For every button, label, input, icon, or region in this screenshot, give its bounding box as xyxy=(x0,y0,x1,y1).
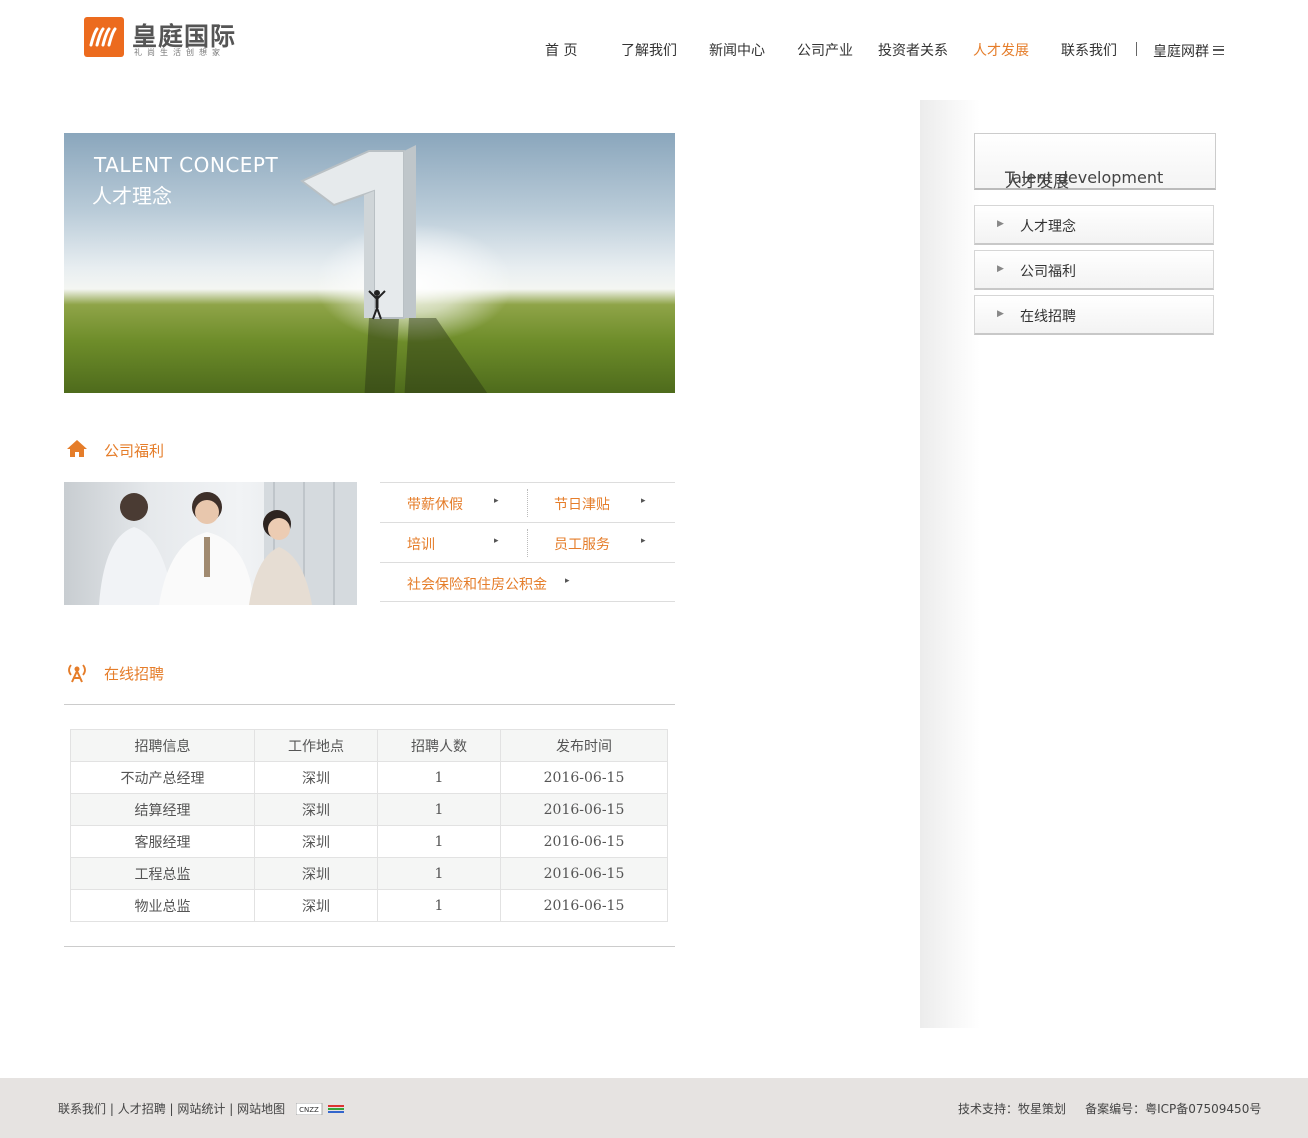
job-location: 深圳 xyxy=(254,889,378,922)
sidebar-item-label: 公司福利 xyxy=(1020,264,1076,280)
nav-item-home[interactable]: 首 页 xyxy=(545,40,577,60)
table-header-row: 招聘信息 工作地点 招聘人数 发布时间 xyxy=(70,729,668,762)
footer-links: 联系我们 | 人才招聘 | 网站统计 | 网站地图 xyxy=(58,1102,286,1116)
nav-item-industry[interactable]: 公司产业 xyxy=(797,40,853,60)
job-count: 1 xyxy=(377,889,501,922)
welfare-item-training[interactable]: 培训 xyxy=(407,534,435,554)
col-header-date: 发布时间 xyxy=(500,729,668,762)
caret-right-icon: ▶ xyxy=(997,219,1004,229)
caret-right-icon: ▶ xyxy=(997,309,1004,319)
chevron-right-icon: ▸ xyxy=(494,536,499,546)
table-row[interactable]: 工程总监 深圳 1 2016-06-15 xyxy=(70,857,668,890)
job-title[interactable]: 客服经理 xyxy=(70,825,255,858)
table-row[interactable]: 不动产总经理 深圳 1 2016-06-15 xyxy=(70,761,668,794)
table-row[interactable]: 物业总监 深圳 1 2016-06-15 xyxy=(70,889,668,922)
job-location: 深圳 xyxy=(254,793,378,826)
chevron-right-icon: ▸ xyxy=(494,496,499,506)
sidebar-shadow xyxy=(920,100,980,1028)
welfare-item-holiday-allowance[interactable]: 节日津贴 xyxy=(554,494,610,514)
sidebar-title-en: Talent development xyxy=(1005,168,1164,187)
col-header-info: 招聘信息 xyxy=(70,729,255,762)
job-count: 1 xyxy=(377,761,501,794)
recruit-top-divider xyxy=(64,704,675,705)
job-location: 深圳 xyxy=(254,825,378,858)
job-date: 2016-06-15 xyxy=(500,761,668,794)
job-title[interactable]: 不动产总经理 xyxy=(70,761,255,794)
chevron-right-icon: ▸ xyxy=(565,576,570,586)
job-date: 2016-06-15 xyxy=(500,825,668,858)
nav-item-about[interactable]: 了解我们 xyxy=(621,40,677,60)
footer: 联系我们 | 人才招聘 | 网站统计 | 网站地图 CNZZ 技术支持：牧星策划… xyxy=(0,1078,1308,1138)
job-count: 1 xyxy=(377,857,501,890)
welfare-row: 社会保险和住房公积金 ▸ xyxy=(380,562,675,602)
welfare-row: 培训 ▸ 员工服务 ▸ xyxy=(380,522,675,562)
welfare-list: 带薪休假 ▸ 节日津贴 ▸ 培训 ▸ 员工服务 ▸ 社会保险和住房公积金 ▸ xyxy=(380,482,675,603)
welfare-section-title: 公司福利 xyxy=(64,438,364,462)
logo[interactable]: 皇庭国际 礼尚生活创想家 xyxy=(84,17,254,61)
sidebar-item-label: 在线招聘 xyxy=(1020,309,1076,325)
job-title[interactable]: 工程总监 xyxy=(70,857,255,890)
job-count: 1 xyxy=(377,825,501,858)
table-row[interactable]: 客服经理 深圳 1 2016-06-15 xyxy=(70,825,668,858)
col-header-location: 工作地点 xyxy=(254,729,378,762)
cnzz-badge-text: CNZZ xyxy=(299,1106,319,1114)
footer-link-stats[interactable]: 网站统计 xyxy=(177,1102,225,1116)
job-count: 1 xyxy=(377,793,501,826)
footer-credits: 技术支持：牧星策划 备案编号：粤ICP备07509450号 xyxy=(958,1100,1261,1117)
sidebar-item-label: 人才理念 xyxy=(1020,219,1076,235)
welfare-item-social-insurance[interactable]: 社会保险和住房公积金 xyxy=(407,574,547,594)
footer-icp: 备案编号：粤ICP备07509450号 xyxy=(1085,1102,1262,1116)
welfare-item-employee-service[interactable]: 员工服务 xyxy=(554,534,610,554)
table-row[interactable]: 结算经理 深圳 1 2016-06-15 xyxy=(70,793,668,826)
logo-slogan: 礼尚生活创想家 xyxy=(134,48,225,57)
home-icon xyxy=(67,440,87,457)
recruit-title: 在线招聘 xyxy=(104,665,165,683)
nav-divider xyxy=(1136,42,1137,56)
nav-item-investor[interactable]: 投资者关系 xyxy=(878,40,948,60)
recruit-bottom-divider xyxy=(64,946,675,947)
chevron-right-icon: ▸ xyxy=(641,536,646,546)
footer-tech-support: 技术支持：牧星策划 xyxy=(958,1102,1067,1116)
footer-link-recruit[interactable]: 人才招聘 xyxy=(118,1102,166,1116)
job-date: 2016-06-15 xyxy=(500,889,668,922)
welfare-row: 带薪休假 ▸ 节日津贴 ▸ xyxy=(380,482,675,522)
sidebar-item-welfare[interactable]: ▶ 公司福利 xyxy=(974,250,1214,290)
nav-item-contact[interactable]: 联系我们 xyxy=(1061,40,1117,60)
sidebar-item-recruit[interactable]: ▶ 在线招聘 xyxy=(974,295,1214,335)
banner-title-en: TALENT CONCEPT xyxy=(94,153,279,177)
sidebar-item-talent-concept[interactable]: ▶ 人才理念 xyxy=(974,205,1214,245)
job-location: 深圳 xyxy=(254,857,378,890)
sidebar-header: 人才发展 Talent development xyxy=(974,133,1216,191)
welfare-item-paid-leave[interactable]: 带薪休假 xyxy=(407,494,463,514)
job-title[interactable]: 物业总监 xyxy=(70,889,255,922)
welfare-divider xyxy=(527,529,528,557)
cnzz-stats-badge[interactable]: CNZZ xyxy=(295,1100,346,1116)
jobs-table: 招聘信息 工作地点 招聘人数 发布时间 不动产总经理 深圳 1 2016-06-… xyxy=(70,729,668,922)
group-sites-menu[interactable]: 皇庭网群 xyxy=(1153,41,1224,61)
broadcast-tower-icon xyxy=(68,664,86,683)
banner-title-cn: 人才理念 xyxy=(92,184,172,208)
job-date: 2016-06-15 xyxy=(500,793,668,826)
group-sites-label: 皇庭网群 xyxy=(1153,44,1209,60)
job-location: 深圳 xyxy=(254,761,378,794)
col-header-count: 招聘人数 xyxy=(377,729,501,762)
welfare-title: 公司福利 xyxy=(104,442,165,460)
welfare-divider xyxy=(527,489,528,517)
menu-icon xyxy=(1213,46,1224,55)
talent-banner: TALENT CONCEPT 人才理念 xyxy=(64,133,675,393)
recruit-section-title: 在线招聘 xyxy=(64,661,364,685)
welfare-photo xyxy=(64,482,357,605)
footer-link-sitemap[interactable]: 网站地图 xyxy=(237,1102,285,1116)
chevron-right-icon: ▸ xyxy=(641,496,646,506)
job-date: 2016-06-15 xyxy=(500,857,668,890)
footer-link-contact[interactable]: 联系我们 xyxy=(58,1102,106,1116)
logo-mark-icon xyxy=(84,17,124,57)
job-title[interactable]: 结算经理 xyxy=(70,793,255,826)
nav-item-news[interactable]: 新闻中心 xyxy=(709,40,765,60)
header: 皇庭国际 礼尚生活创想家 首 页 了解我们 新闻中心 公司产业 投资者关系 人才发展 联系我… xyxy=(0,0,1308,90)
nav-item-talent[interactable]: 人才发展 xyxy=(973,40,1029,60)
caret-right-icon: ▶ xyxy=(997,264,1004,274)
